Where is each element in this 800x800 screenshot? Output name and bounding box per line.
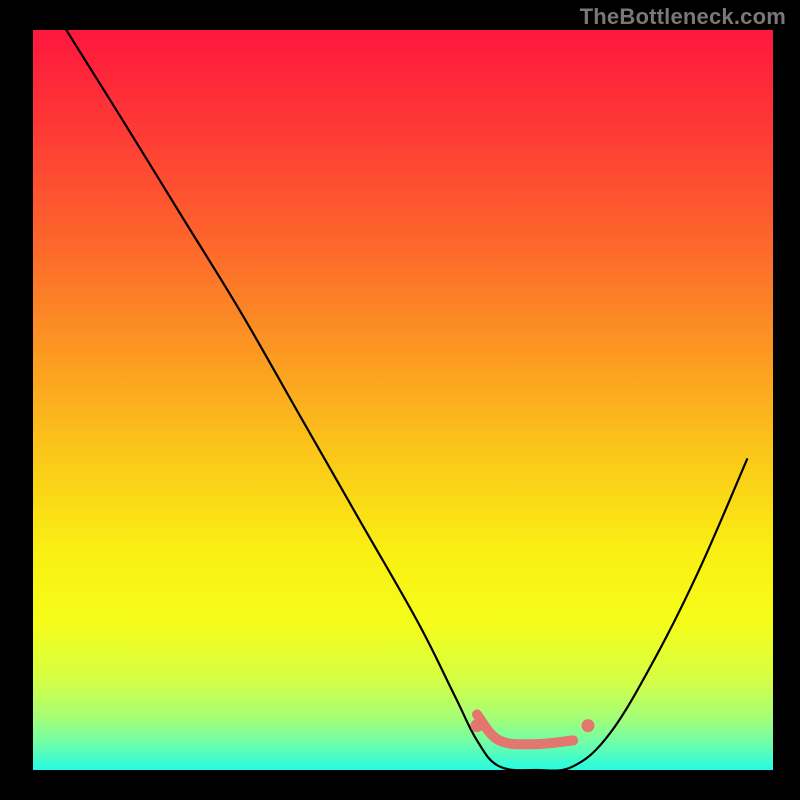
optimal-range-start-dot xyxy=(471,719,484,732)
chart-stage: TheBottleneck.com xyxy=(0,0,800,800)
optimal-range-end-dot xyxy=(582,719,595,732)
chart-svg xyxy=(0,0,800,800)
plot-background xyxy=(33,30,773,770)
